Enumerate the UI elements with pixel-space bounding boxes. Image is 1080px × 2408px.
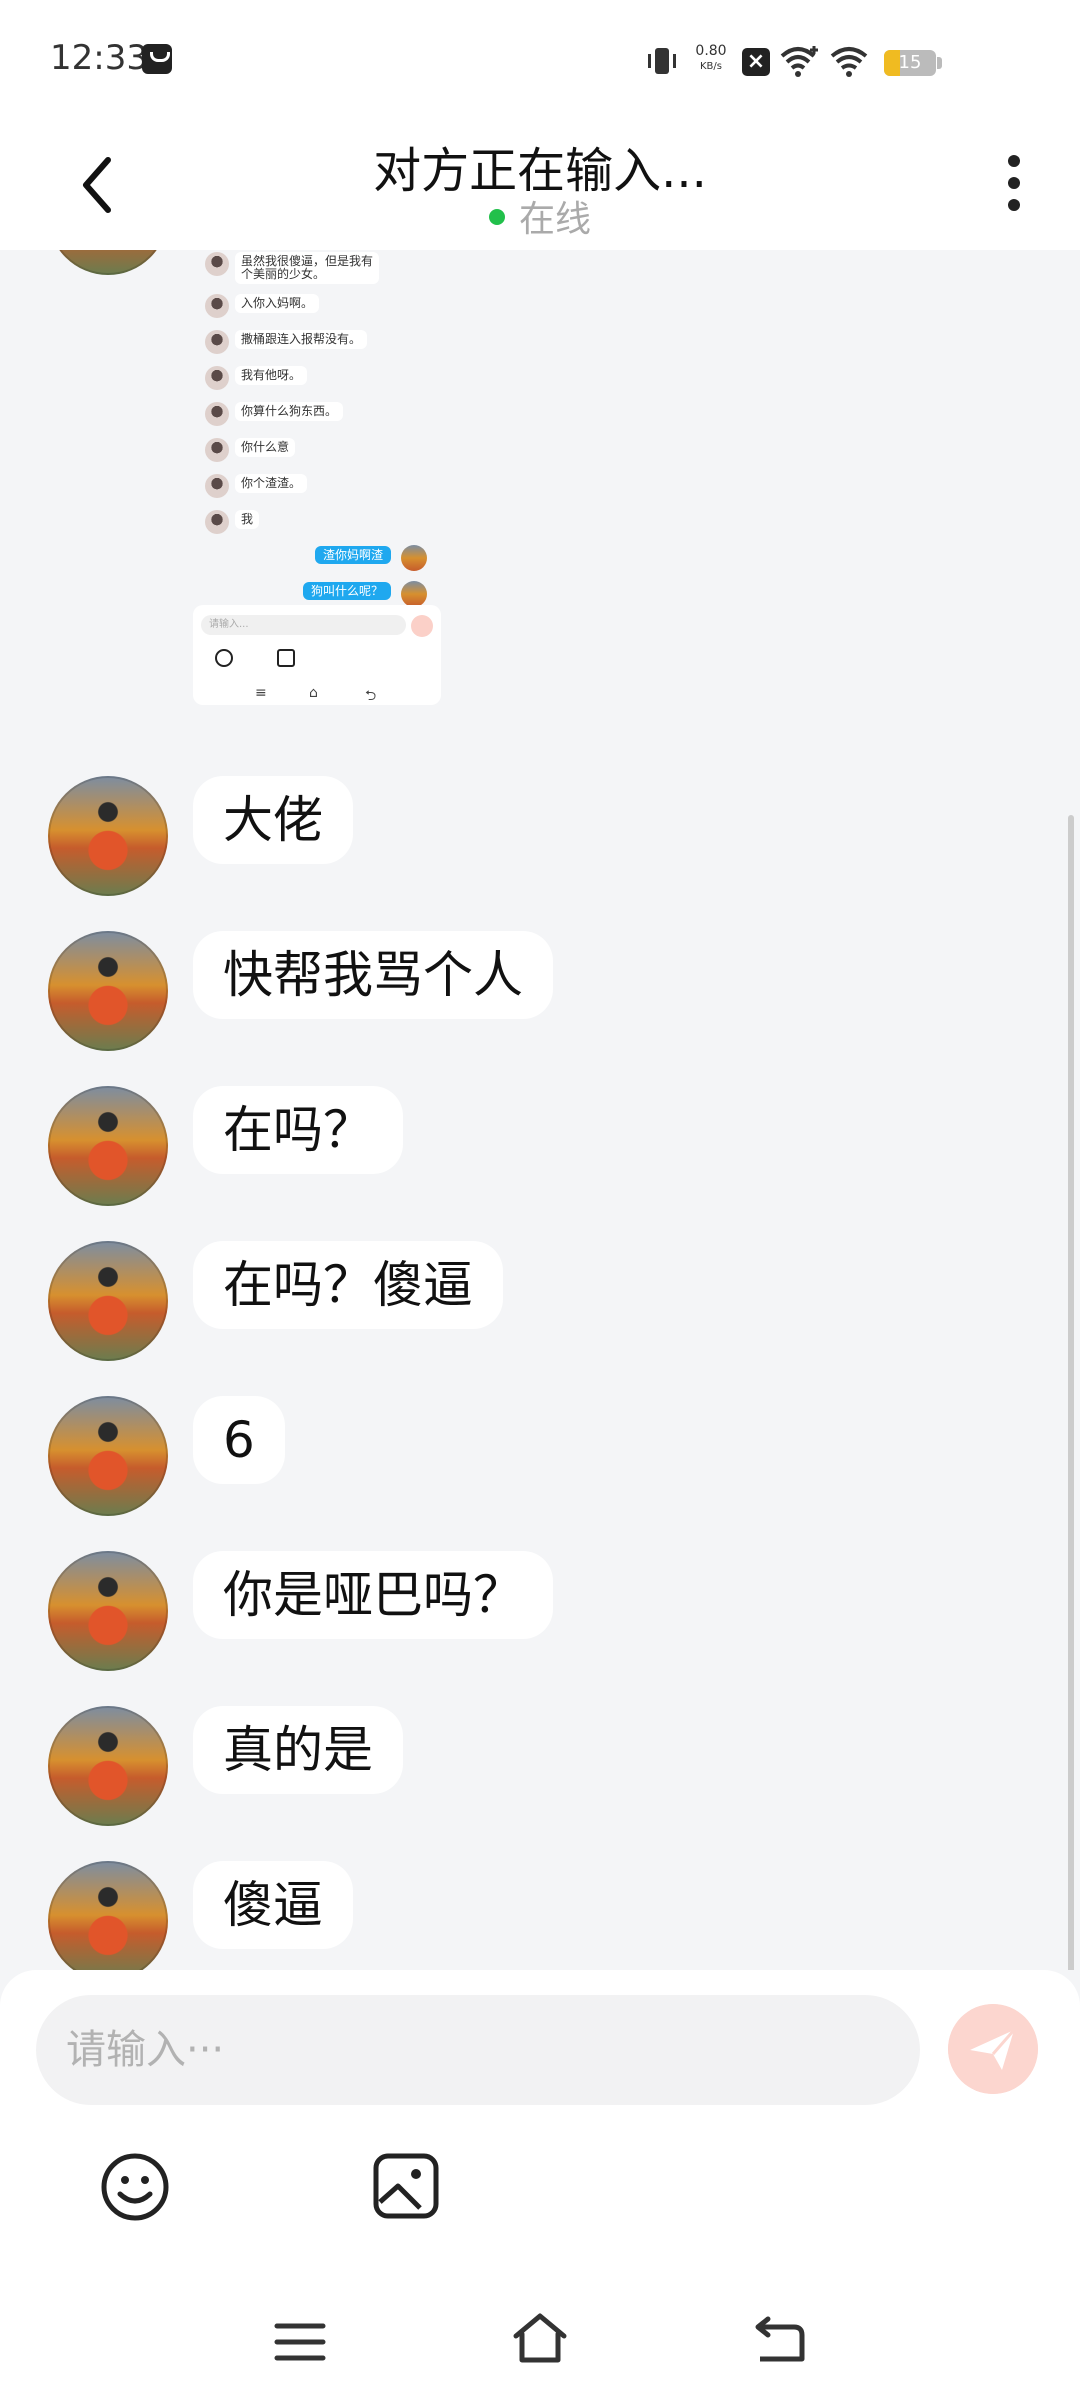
preview-message: 入你入妈啊。 (235, 294, 320, 313)
vibrate-icon (648, 48, 676, 74)
preview-message: 撒桶跟连入报帮没有。 (235, 330, 368, 349)
back-icon[interactable] (750, 2315, 806, 2365)
wifi-plus-icon (780, 46, 818, 77)
screenshot-image-message[interactable]: 虽然我很傻逼，但是我有 个美丽的少女。 入你入妈啊。 撒桶跟连入报帮没有。 我有… (193, 250, 441, 705)
image-icon[interactable] (372, 2152, 440, 2220)
network-speed-unit: KB/s (700, 61, 722, 72)
avatar[interactable] (48, 931, 168, 1051)
avatar (205, 366, 229, 390)
message-bubble[interactable]: 在吗？傻逼 (193, 1241, 503, 1329)
online-dot-icon (488, 209, 505, 225)
online-status: 在线 (0, 190, 1080, 242)
send-icon (411, 615, 433, 637)
online-status-label: 在线 (518, 199, 591, 240)
avatar[interactable] (48, 1086, 168, 1206)
image-icon (277, 649, 295, 667)
avatar (401, 581, 427, 607)
emoji-icon (215, 649, 233, 667)
message-bubble[interactable]: 在吗？ (193, 1086, 403, 1174)
preview-message: 虽然我很傻逼，但是我有 个美丽的少女。 (235, 252, 380, 284)
wifi-icon (830, 47, 868, 77)
avatar[interactable] (48, 1241, 168, 1361)
battery-icon: 15 (884, 50, 936, 76)
message-bubble[interactable]: 6 (193, 1396, 285, 1484)
avatar[interactable] (48, 1861, 168, 1970)
message-input[interactable] (36, 1995, 920, 2105)
message-bubble[interactable]: 傻逼 (193, 1861, 353, 1949)
network-speed-value: 0.80 (695, 43, 727, 59)
bag-icon (142, 44, 172, 74)
preview-message: 我有他呀。 (235, 366, 308, 385)
home-icon[interactable] (510, 2310, 570, 2366)
menu-icon: ≡ (255, 685, 267, 701)
avatar[interactable] (48, 1551, 168, 1671)
avatar[interactable] (48, 1396, 168, 1516)
avatar (205, 510, 229, 534)
preview-message: 我 (235, 510, 260, 529)
preview-message-outgoing: 狗叫什么呢？ (303, 582, 392, 600)
message-bubble[interactable]: 你是哑巴吗？ (193, 1551, 553, 1639)
home-icon: ⌂ (309, 685, 318, 701)
preview-input-field: 请输入... (201, 615, 406, 635)
emoji-icon[interactable] (100, 2152, 170, 2222)
preview-message: 你个渣渣。 (235, 474, 308, 493)
send-button[interactable] (948, 2004, 1038, 2094)
avatar (205, 294, 229, 318)
close-box-icon: × (742, 48, 770, 76)
avatar[interactable] (48, 776, 168, 896)
avatar (205, 330, 229, 354)
preview-message: 你什么意 (235, 438, 296, 457)
message-bubble[interactable]: 大佬 (193, 776, 353, 864)
avatar (205, 252, 229, 276)
battery-level: 15 (898, 52, 922, 73)
avatar (205, 402, 229, 426)
network-speed: 0.80 KB/s (693, 44, 729, 74)
avatar (401, 545, 427, 571)
avatar[interactable] (48, 250, 168, 275)
status-bar: 12:33 0.80 KB/s × 15 (0, 0, 1080, 115)
scrollbar[interactable] (1068, 815, 1074, 1970)
more-options-icon[interactable] (1000, 153, 1030, 213)
preview-input-panel: 请输入... ≡ ⌂ ⮌ (193, 605, 441, 705)
status-time: 12:33 (50, 38, 148, 78)
message-bubble[interactable]: 真的是 (193, 1706, 403, 1794)
preview-message-outgoing: 渣你妈啊渣 (315, 546, 392, 564)
chat-header: 对方正在输入... 在线 (0, 115, 1080, 250)
avatar[interactable] (48, 1706, 168, 1826)
preview-message: 你算什么狗东西。 (235, 402, 344, 421)
menu-icon[interactable] (273, 2320, 327, 2364)
composer-panel (0, 1970, 1080, 2408)
message-bubble[interactable]: 快帮我骂个人 (193, 931, 553, 1019)
avatar (205, 438, 229, 462)
avatar (205, 474, 229, 498)
back-icon: ⮌ (365, 688, 377, 704)
message-list[interactable]: 虽然我很傻逼，但是我有 个美丽的少女。 入你入妈啊。 撒桶跟连入报帮没有。 我有… (0, 250, 1080, 1970)
